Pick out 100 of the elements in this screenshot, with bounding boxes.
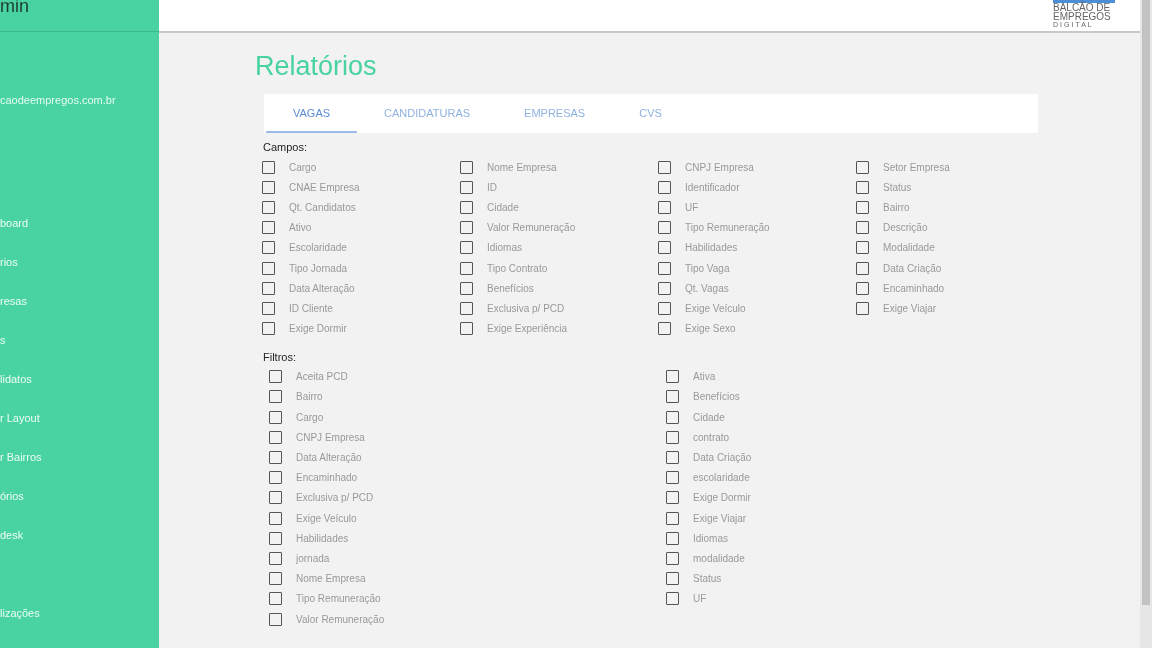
sidebar-item[interactable]: r Layout <box>0 411 40 450</box>
checkbox[interactable] <box>269 410 282 424</box>
section-heading: Filtros: <box>263 350 297 365</box>
checkbox[interactable] <box>269 430 282 444</box>
checkbox[interactable] <box>269 451 282 465</box>
tab[interactable]: CVS <box>612 94 689 133</box>
checkbox[interactable] <box>262 241 275 255</box>
checkbox[interactable] <box>262 160 275 174</box>
checkbox[interactable] <box>856 180 869 194</box>
checkbox[interactable] <box>666 592 679 606</box>
checkbox-label: UF <box>685 201 699 213</box>
checkbox[interactable] <box>269 592 282 606</box>
checkbox[interactable] <box>460 261 473 275</box>
checkbox[interactable] <box>856 160 869 174</box>
checkbox-label: Descrição <box>883 222 928 234</box>
checkbox[interactable] <box>262 322 275 336</box>
checkbox[interactable] <box>856 200 869 214</box>
checkbox[interactable] <box>658 221 671 235</box>
checkbox[interactable] <box>460 180 473 194</box>
user-email: caodeempregos.com.br <box>0 94 116 106</box>
checkbox[interactable] <box>269 491 282 505</box>
checkbox-label: Qt. Candidatos <box>289 201 356 213</box>
checkbox[interactable] <box>269 471 282 485</box>
checkbox-label: Cidade <box>693 411 725 423</box>
checkbox[interactable] <box>269 612 282 626</box>
checkbox[interactable] <box>460 301 473 315</box>
sidebar-item[interactable]: s <box>0 333 6 372</box>
checkbox[interactable] <box>262 200 275 214</box>
checkbox-label: Tipo Remuneração <box>296 593 381 605</box>
checkbox[interactable] <box>856 241 869 255</box>
tab[interactable]: CANDIDATURAS <box>357 94 498 133</box>
checkbox[interactable] <box>658 241 671 255</box>
checkbox-label: Ativa <box>693 371 716 383</box>
checkbox-label: Habilidades <box>685 242 738 254</box>
tab[interactable]: VAGAS <box>266 94 358 133</box>
checkbox[interactable] <box>460 281 473 295</box>
checkbox[interactable] <box>666 471 679 485</box>
checkbox[interactable] <box>666 430 679 444</box>
checkbox[interactable] <box>856 281 869 295</box>
checkbox[interactable] <box>460 322 473 336</box>
checkbox-label: ID <box>487 181 497 193</box>
checkbox-label: Idiomas <box>693 532 728 544</box>
checkbox[interactable] <box>666 390 679 404</box>
checkbox[interactable] <box>269 390 282 404</box>
checkbox[interactable] <box>658 281 671 295</box>
checkbox[interactable] <box>262 180 275 194</box>
checkbox[interactable] <box>666 410 679 424</box>
checkbox[interactable] <box>658 200 671 214</box>
checkbox[interactable] <box>666 370 679 384</box>
checkbox[interactable] <box>856 261 869 275</box>
checkbox-label: Benefícios <box>693 391 740 403</box>
checkbox[interactable] <box>269 511 282 525</box>
checkbox-label: CNPJ Empresa <box>296 431 365 443</box>
checkbox[interactable] <box>666 531 679 545</box>
checkbox[interactable] <box>666 491 679 505</box>
checkbox[interactable] <box>856 301 869 315</box>
checkbox[interactable] <box>666 511 679 525</box>
checkbox[interactable] <box>666 451 679 465</box>
checkbox-label: Setor Empresa <box>883 161 950 173</box>
checkbox-label: Bairro <box>883 201 910 213</box>
checkbox[interactable] <box>658 322 671 336</box>
sidebar-item[interactable]: lidatos <box>0 372 32 411</box>
checkbox[interactable] <box>658 160 671 174</box>
sidebar-item[interactable]: lizações <box>0 606 40 645</box>
sidebar-item[interactable]: resas <box>0 294 27 333</box>
checkbox-label: Encaminhado <box>883 282 945 294</box>
checkbox-label: Status <box>883 181 912 193</box>
sidebar-item[interactable]: board <box>0 216 29 255</box>
checkbox[interactable] <box>460 221 473 235</box>
checkbox[interactable] <box>666 551 679 565</box>
checkbox-label: Ativo <box>289 222 312 234</box>
checkbox[interactable] <box>269 531 282 545</box>
checkbox-label: Exige Experiência <box>487 323 568 335</box>
checkbox[interactable] <box>269 551 282 565</box>
checkbox[interactable] <box>460 200 473 214</box>
checkbox[interactable] <box>658 261 671 275</box>
checkbox[interactable] <box>269 572 282 586</box>
checkbox[interactable] <box>262 281 275 295</box>
checkbox[interactable] <box>262 261 275 275</box>
sidebar-item[interactable]: desk <box>0 528 24 567</box>
checkbox[interactable] <box>460 241 473 255</box>
checkbox-label: Status <box>693 573 722 585</box>
scrollbar[interactable] <box>1140 0 1152 648</box>
sidebar-item[interactable]: rios <box>0 255 18 294</box>
checkbox[interactable] <box>460 160 473 174</box>
checkbox[interactable] <box>262 221 275 235</box>
checkbox-label: Aceita PCD <box>296 371 348 383</box>
tab[interactable]: EMPRESAS <box>497 94 613 133</box>
checkbox[interactable] <box>269 370 282 384</box>
sidebar-item[interactable]: r Bairros <box>0 450 42 489</box>
checkbox-label: Cargo <box>296 411 324 423</box>
checkbox[interactable] <box>658 180 671 194</box>
checkbox[interactable] <box>666 572 679 586</box>
checkbox[interactable] <box>262 301 275 315</box>
checkbox[interactable] <box>658 301 671 315</box>
checkbox-label: Exige Dormir <box>693 492 751 504</box>
checkbox-label: Identificador <box>685 181 740 193</box>
checkbox[interactable] <box>856 221 869 235</box>
checkbox-label: Idiomas <box>487 242 522 254</box>
sidebar-item[interactable]: órios <box>0 489 24 528</box>
